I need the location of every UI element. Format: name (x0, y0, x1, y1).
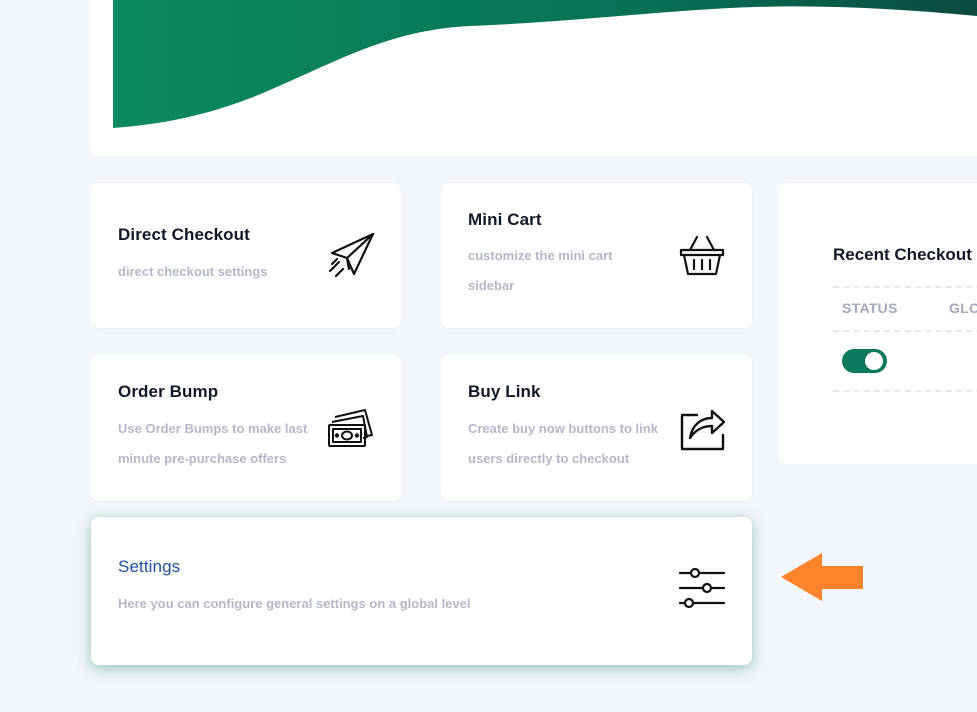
order-bump-title: Order Bump (118, 382, 219, 401)
direct-checkout-card[interactable]: Direct Checkout direct checkout settings (91, 183, 401, 328)
settings-desc: Here you can configure general settings … (118, 596, 471, 611)
share-icon (680, 409, 726, 451)
column-header-global: GLO (949, 300, 977, 316)
mini-cart-desc: customize the mini cart sidebar (468, 248, 613, 293)
arrow-left-icon (781, 553, 863, 601)
column-header-status: STATUS (842, 300, 898, 316)
mini-cart-card[interactable]: Mini Cart customize the mini cart sideba… (441, 183, 752, 328)
direct-checkout-title: Direct Checkout (118, 225, 250, 244)
settings-title: Settings (118, 557, 181, 576)
hero-wave-graphic (113, 0, 977, 128)
order-bump-desc: Use Order Bumps to make last minute pre-… (118, 421, 308, 466)
sliders-icon (679, 567, 725, 609)
mini-cart-title: Mini Cart (468, 210, 542, 229)
direct-checkout-desc: direct checkout settings (118, 264, 268, 279)
paper-plane-icon (328, 232, 375, 278)
toggle-knob (865, 352, 883, 370)
money-icon (328, 409, 373, 447)
order-bump-card[interactable]: Order Bump Use Order Bumps to make last … (91, 355, 401, 501)
settings-card[interactable]: Settings Here you can configure general … (91, 517, 752, 665)
buy-link-title: Buy Link (468, 382, 541, 401)
hero-banner (90, 0, 977, 156)
status-toggle[interactable] (842, 349, 887, 373)
buy-link-desc: Create buy now buttons to link users dir… (468, 421, 658, 466)
table-divider (833, 330, 977, 332)
dashboard-stage: Direct Checkout direct checkout settings… (0, 0, 977, 712)
recent-checkout-panel: Recent Checkout STATUS GLO (779, 183, 977, 464)
table-divider (833, 390, 977, 392)
basket-icon (679, 235, 725, 276)
buy-link-card[interactable]: Buy Link Create buy now buttons to link … (441, 355, 752, 501)
table-divider (833, 286, 977, 288)
recent-checkout-title: Recent Checkout (833, 245, 972, 264)
